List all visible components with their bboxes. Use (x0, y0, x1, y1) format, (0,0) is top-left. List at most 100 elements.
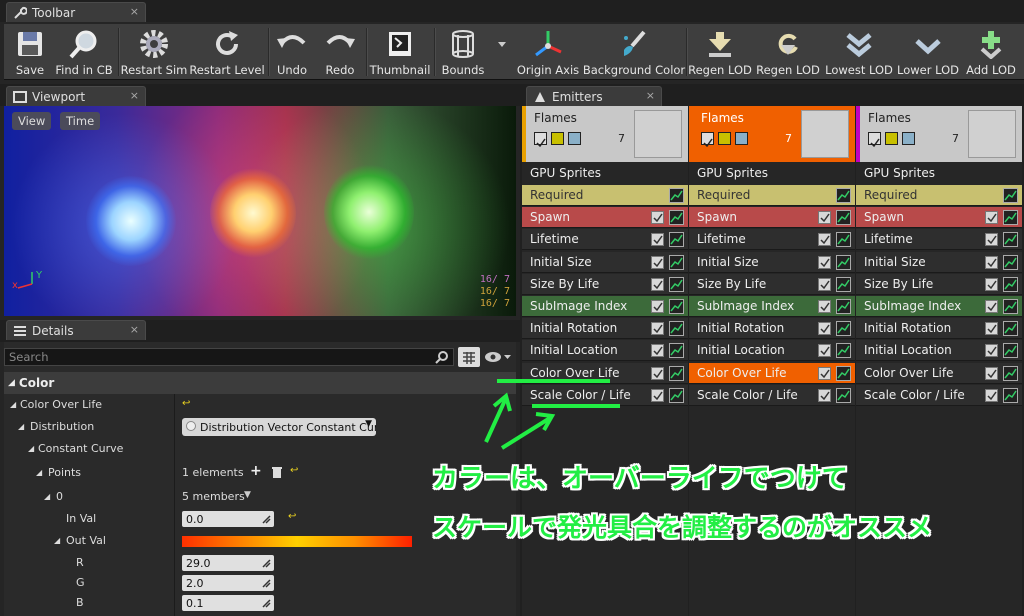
b-input[interactable]: 0.1 (182, 595, 274, 611)
emitter-module-row[interactable]: SubImage Index (856, 296, 1022, 317)
module-enable-checkbox[interactable] (985, 255, 998, 269)
curve-editor-icon[interactable] (669, 343, 684, 359)
drag-grip-icon[interactable] (262, 598, 271, 608)
emitter-type-data[interactable]: GPU Sprites (522, 162, 688, 184)
emitter-module-row[interactable]: Color Over Life (856, 362, 1022, 384)
curve-editor-icon[interactable] (669, 254, 684, 270)
emitter-module-row[interactable]: Initial Location (522, 340, 688, 362)
curve-editor-icon[interactable] (1003, 343, 1018, 359)
emitter-header[interactable]: Flames 7 (522, 106, 688, 162)
emitter-enable-checkbox[interactable] (868, 132, 881, 148)
restart-sim-button[interactable]: Restart Sim (121, 24, 187, 80)
restart-level-button[interactable]: Restart Level (189, 24, 265, 80)
module-enable-checkbox[interactable] (651, 233, 664, 247)
tab-viewport[interactable]: Viewport × (6, 86, 146, 106)
curve-editor-icon[interactable] (1003, 387, 1018, 403)
emitter-module-row[interactable]: Size By Life (522, 273, 688, 295)
drag-grip-icon[interactable] (262, 578, 271, 588)
regen-lod-alt-button[interactable]: Regen LOD (756, 24, 820, 80)
close-icon[interactable]: × (130, 323, 139, 336)
emitter-module-row[interactable]: Size By Life (689, 273, 855, 295)
curve-editor-icon[interactable] (836, 365, 851, 381)
bounds-button[interactable]: Bounds (440, 24, 486, 80)
reset-icon[interactable]: ↩ (182, 398, 190, 409)
in-val-input[interactable]: 0.0 (182, 511, 274, 527)
module-enable-checkbox[interactable] (651, 211, 664, 225)
curve-editor-icon[interactable] (836, 321, 851, 337)
expand-arrow-icon[interactable]: ◢ (44, 492, 50, 501)
emitter-module-row[interactable]: Initial Location (689, 340, 855, 362)
emitter-render-mode-icon[interactable] (551, 132, 564, 145)
module-enable-checkbox[interactable] (818, 211, 831, 225)
curve-editor-icon[interactable] (669, 321, 684, 337)
module-enable-checkbox[interactable] (985, 388, 998, 402)
emitter-module-row[interactable]: Lifetime (522, 229, 688, 251)
module-enable-checkbox[interactable] (651, 366, 664, 380)
emitter-module-row[interactable]: Size By Life (856, 273, 1022, 295)
emitter-type-data[interactable]: GPU Sprites (689, 162, 855, 184)
emitter-module-row[interactable]: Initial Size (689, 251, 855, 273)
section-color-header[interactable]: ◢ Color (4, 372, 516, 394)
emitter-module-row[interactable]: Lifetime (856, 229, 1022, 251)
curve-editor-icon[interactable] (669, 365, 684, 381)
out-val-color-swatch[interactable] (182, 536, 412, 547)
module-enable-checkbox[interactable] (651, 344, 664, 358)
curve-editor-icon[interactable] (1003, 321, 1018, 337)
search-input[interactable]: Search (4, 348, 454, 366)
thumbnail-button[interactable]: Thumbnail (370, 24, 430, 80)
tab-details[interactable]: Details × (6, 320, 146, 340)
emitter-module-row[interactable]: Color Over Life (522, 362, 688, 384)
curve-editor-icon[interactable] (836, 188, 851, 203)
reset-icon[interactable]: ↩ (288, 511, 296, 522)
expand-arrow-icon[interactable]: ◢ (36, 468, 42, 477)
emitter-module-row[interactable]: Spawn (689, 207, 855, 229)
add-element-icon[interactable]: + (250, 463, 262, 479)
emitter-module-row[interactable]: Lifetime (689, 229, 855, 251)
module-enable-checkbox[interactable] (818, 322, 831, 336)
redo-button[interactable]: Redo (322, 24, 358, 80)
lower-lod-button[interactable]: Lower LOD (897, 24, 959, 80)
curve-editor-icon[interactable] (1003, 299, 1018, 314)
module-enable-checkbox[interactable] (818, 277, 831, 291)
module-enable-checkbox[interactable] (985, 366, 998, 380)
curve-editor-icon[interactable] (836, 210, 851, 226)
emitter-solo-icon[interactable] (568, 132, 581, 145)
module-enable-checkbox[interactable] (651, 322, 664, 336)
emitter-module-row[interactable]: SubImage Index (689, 296, 855, 317)
emitter-module-row[interactable]: Initial Size (856, 251, 1022, 273)
curve-editor-icon[interactable] (669, 232, 684, 248)
drag-grip-icon[interactable] (262, 514, 271, 524)
curve-editor-icon[interactable] (669, 299, 684, 314)
view-menu-button[interactable]: View (12, 112, 52, 130)
emitter-module-row[interactable]: Initial Location (856, 340, 1022, 362)
distribution-dropdown[interactable]: Distribution Vector Constant Curve ▼ (182, 418, 376, 436)
add-lod-button[interactable]: Add LOD (966, 24, 1016, 80)
module-enable-checkbox[interactable] (985, 344, 998, 358)
expand-arrow-icon[interactable]: ◢ (18, 422, 24, 431)
lowest-lod-button[interactable]: Lowest LOD (825, 24, 893, 80)
curve-editor-icon[interactable] (836, 299, 851, 314)
emitter-module-row[interactable]: Required (522, 185, 688, 206)
close-icon[interactable]: × (646, 89, 655, 102)
expand-arrow-icon[interactable]: ◢ (28, 444, 34, 453)
save-button[interactable]: Save (12, 24, 48, 80)
curve-editor-icon[interactable] (669, 188, 684, 203)
emitter-module-row[interactable]: Spawn (522, 207, 688, 229)
emitter-module-row[interactable]: Initial Rotation (856, 318, 1022, 340)
visibility-button[interactable] (484, 349, 512, 365)
module-enable-checkbox[interactable] (985, 211, 998, 225)
curve-editor-icon[interactable] (1003, 365, 1018, 381)
curve-editor-icon[interactable] (1003, 276, 1018, 292)
viewport[interactable]: View Time Y x 16/ 7 16/ 7 16/ 7 (4, 106, 516, 316)
emitter-module-row[interactable]: Scale Color / Life (689, 384, 855, 406)
bounds-dropdown[interactable] (496, 24, 508, 80)
close-icon[interactable]: × (130, 5, 139, 18)
module-enable-checkbox[interactable] (818, 233, 831, 247)
module-enable-checkbox[interactable] (985, 233, 998, 247)
emitter-solo-icon[interactable] (902, 132, 915, 145)
emitter-module-row[interactable]: Scale Color / Life (522, 384, 688, 406)
search-icon[interactable] (435, 350, 449, 367)
drag-grip-icon[interactable] (262, 558, 271, 568)
emitter-module-row[interactable]: Required (689, 185, 855, 206)
regen-lod-button[interactable]: Regen LOD (688, 24, 752, 80)
